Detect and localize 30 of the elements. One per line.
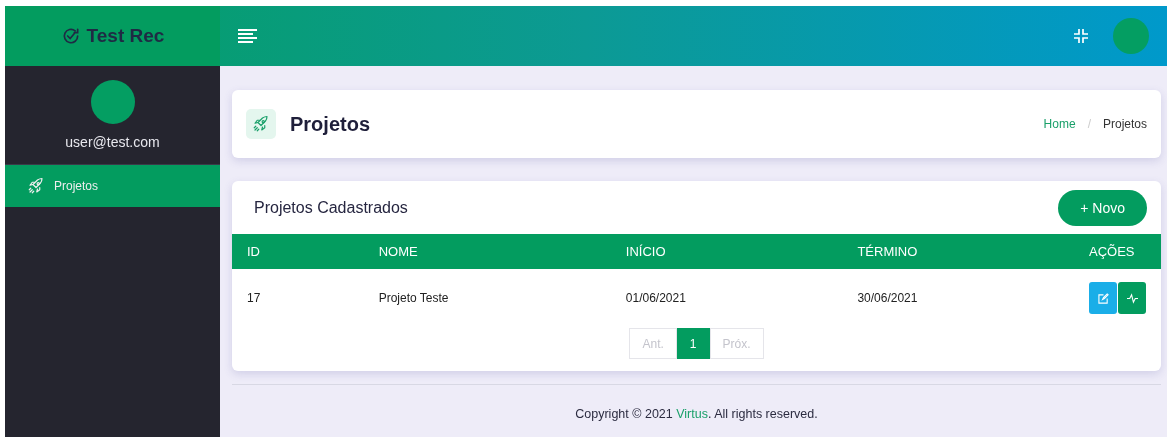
page-title: Projetos <box>290 112 371 136</box>
brand-title: Test Rec <box>86 25 165 47</box>
column-header: TÉRMINO <box>842 234 1074 269</box>
menu-icon[interactable] <box>238 29 257 43</box>
column-header: NOME <box>363 234 611 269</box>
rocket-badge-icon <box>246 109 276 139</box>
edit-icon <box>1097 292 1109 304</box>
column-header: INÍCIO <box>610 234 843 269</box>
breadcrumb-separator: / <box>1087 117 1091 131</box>
new-button[interactable]: + Novo <box>1058 189 1147 226</box>
collapse-icon[interactable] <box>1073 28 1089 44</box>
column-header: ID <box>232 234 364 269</box>
table-cell: 30/06/2021 <box>842 269 1074 327</box>
virtus-link[interactable]: Virtus <box>676 407 708 421</box>
column-header: AÇÕES <box>1074 234 1161 269</box>
edit-button[interactable] <box>1089 282 1117 314</box>
table-cell: Projeto Teste <box>363 269 611 327</box>
table-cell: 01/06/2021 <box>610 269 843 327</box>
page-button[interactable]: 1 <box>676 328 710 359</box>
user-email: user@test.com <box>65 134 160 150</box>
avatar <box>90 80 135 124</box>
activity-button[interactable] <box>1118 282 1146 314</box>
table-cell: 17 <box>232 269 364 327</box>
breadcrumb-current: Projetos <box>1102 117 1147 131</box>
sidebar-item[interactable]: Projetos <box>5 164 220 207</box>
card-title: Projetos Cadastrados <box>254 198 408 217</box>
copyright-text: Copyright © 2021 Virtus. All rights reserved. <box>575 407 818 421</box>
breadcrumb-link[interactable]: Home <box>1043 117 1076 131</box>
rocket-icon <box>27 177 45 195</box>
activity-icon <box>1126 292 1138 304</box>
